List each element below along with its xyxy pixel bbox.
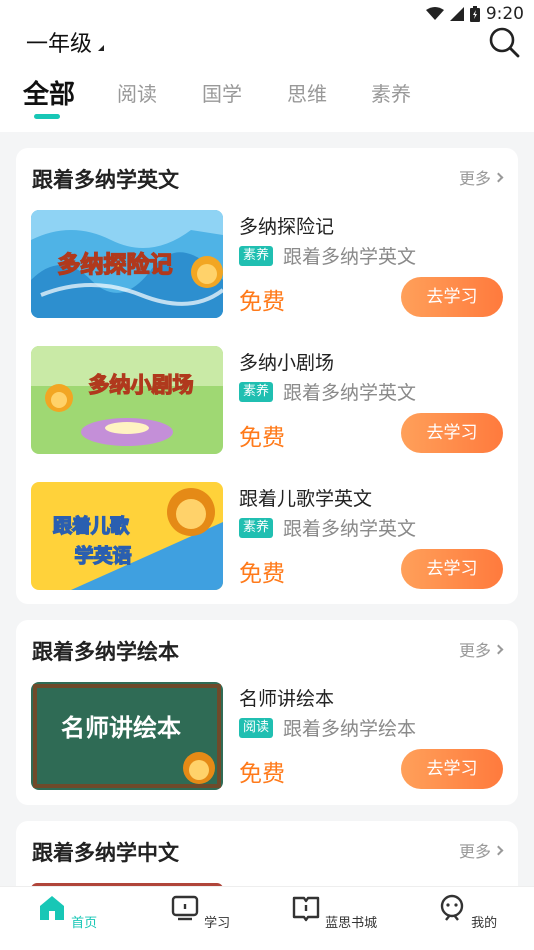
chevron-right-icon	[493, 845, 504, 855]
home-icon	[39, 896, 64, 920]
tv-icon	[171, 895, 199, 921]
nav-bookstore[interactable]: 蓝思书城	[289, 893, 379, 931]
profile-icon	[440, 894, 464, 921]
course-thumbnail: 多纳小剧场	[31, 346, 223, 454]
grade-selector[interactable]: 一年级	[26, 26, 105, 58]
more-link[interactable]: 更多	[458, 637, 504, 661]
category-tag: 素养	[239, 246, 274, 266]
book-icon	[292, 896, 320, 922]
course-series: 跟着多纳学英文	[283, 246, 417, 268]
nav-label: 学习	[204, 916, 231, 931]
course-title: 多纳探险记	[239, 216, 335, 238]
section-card-picturebook: 跟着多纳学绘本 更多 名师讲绘本 名师讲绘本 阅读 跟着多纳学绘本 免费 去学习	[16, 620, 518, 805]
course-price: 免费	[239, 289, 285, 315]
nav-home[interactable]: 首页	[22, 893, 112, 931]
bottom-nav: 首页 学习 蓝思书城 我的	[0, 886, 534, 950]
course-series: 跟着多纳学绘本	[283, 718, 417, 740]
section-title: 跟着多纳学英文	[32, 168, 179, 192]
course-title: 名师讲绘本	[239, 688, 335, 710]
tab-all[interactable]: 全部	[23, 74, 75, 111]
go-learn-button[interactable]: 去学习	[401, 549, 503, 589]
active-tab-indicator	[34, 114, 60, 119]
nav-label: 首页	[71, 916, 98, 931]
chevron-right-icon	[493, 644, 504, 654]
course-item[interactable]: 多纳探险记 多纳探险记 素养 跟着多纳学英文 免费 去学习	[31, 210, 503, 318]
svg-text:跟着儿歌: 跟着儿歌	[53, 514, 130, 537]
battery-icon	[469, 6, 480, 22]
svg-text:多纳探险记: 多纳探险记	[58, 251, 173, 278]
course-item[interactable]: 跟着儿歌 学英语 跟着儿歌学英文 素养 跟着多纳学英文 免费 去学习	[31, 482, 503, 590]
more-link[interactable]: 更多	[458, 838, 504, 862]
search-icon[interactable]	[488, 26, 520, 58]
status-bar: 9:20	[425, 4, 524, 24]
nav-profile[interactable]: 我的	[422, 893, 512, 931]
tab-reading[interactable]: 阅读	[117, 78, 157, 107]
category-tag: 素养	[239, 382, 274, 402]
course-series: 跟着多纳学英文	[283, 518, 417, 540]
svg-text:学英语: 学英语	[74, 544, 131, 567]
section-title: 跟着多纳学绘本	[32, 640, 179, 664]
more-label: 更多	[458, 169, 491, 188]
course-title: 多纳小剧场	[239, 352, 335, 374]
section-card-english: 跟着多纳学英文 更多 多纳探险记 多纳探险记 素养 跟着多纳学英文 免费 去学习	[16, 148, 518, 604]
svg-text:名师讲绘本: 名师讲绘本	[61, 714, 181, 742]
course-item[interactable]: 多纳小剧场 多纳小剧场 素养 跟着多纳学英文 免费 去学习	[31, 346, 503, 454]
nav-study[interactable]: 学习	[155, 893, 245, 931]
top-header: 9:20 一年级 全部 阅读 国学 思维 素养	[0, 0, 534, 132]
category-tabs: 全部 阅读 国学 思维 素养	[0, 72, 534, 122]
category-tag: 素养	[239, 518, 274, 538]
tab-guoxue[interactable]: 国学	[202, 78, 242, 107]
wifi-icon	[425, 7, 444, 20]
more-label: 更多	[458, 842, 491, 861]
dropdown-triangle-icon	[98, 45, 105, 51]
go-learn-button[interactable]: 去学习	[401, 277, 503, 317]
course-price: 免费	[239, 561, 285, 587]
tab-thinking[interactable]: 思维	[287, 78, 327, 107]
section-title: 跟着多纳学中文	[32, 841, 179, 865]
course-item[interactable]: 名师讲绘本 名师讲绘本 阅读 跟着多纳学绘本 免费 去学习	[31, 682, 503, 790]
status-time: 9:20	[485, 4, 524, 24]
category-tag: 阅读	[239, 718, 274, 738]
grade-label: 一年级	[26, 32, 93, 57]
signal-icon	[449, 7, 464, 21]
tab-literacy[interactable]: 素养	[371, 78, 411, 107]
go-learn-button[interactable]: 去学习	[401, 413, 503, 453]
course-price: 免费	[239, 761, 285, 787]
course-thumbnail: 跟着儿歌 学英语	[31, 482, 223, 590]
chevron-right-icon	[493, 172, 504, 182]
go-learn-button[interactable]: 去学习	[401, 749, 503, 789]
course-title: 跟着儿歌学英文	[239, 488, 373, 510]
more-label: 更多	[458, 641, 491, 660]
nav-label: 我的	[471, 916, 498, 931]
more-link[interactable]: 更多	[458, 165, 504, 189]
course-series: 跟着多纳学英文	[283, 382, 417, 404]
course-thumbnail: 多纳探险记	[31, 210, 223, 318]
course-price: 免费	[239, 425, 285, 451]
nav-label: 蓝思书城	[325, 916, 378, 931]
svg-text:多纳小剧场: 多纳小剧场	[89, 373, 194, 397]
course-thumbnail: 名师讲绘本	[31, 682, 223, 790]
